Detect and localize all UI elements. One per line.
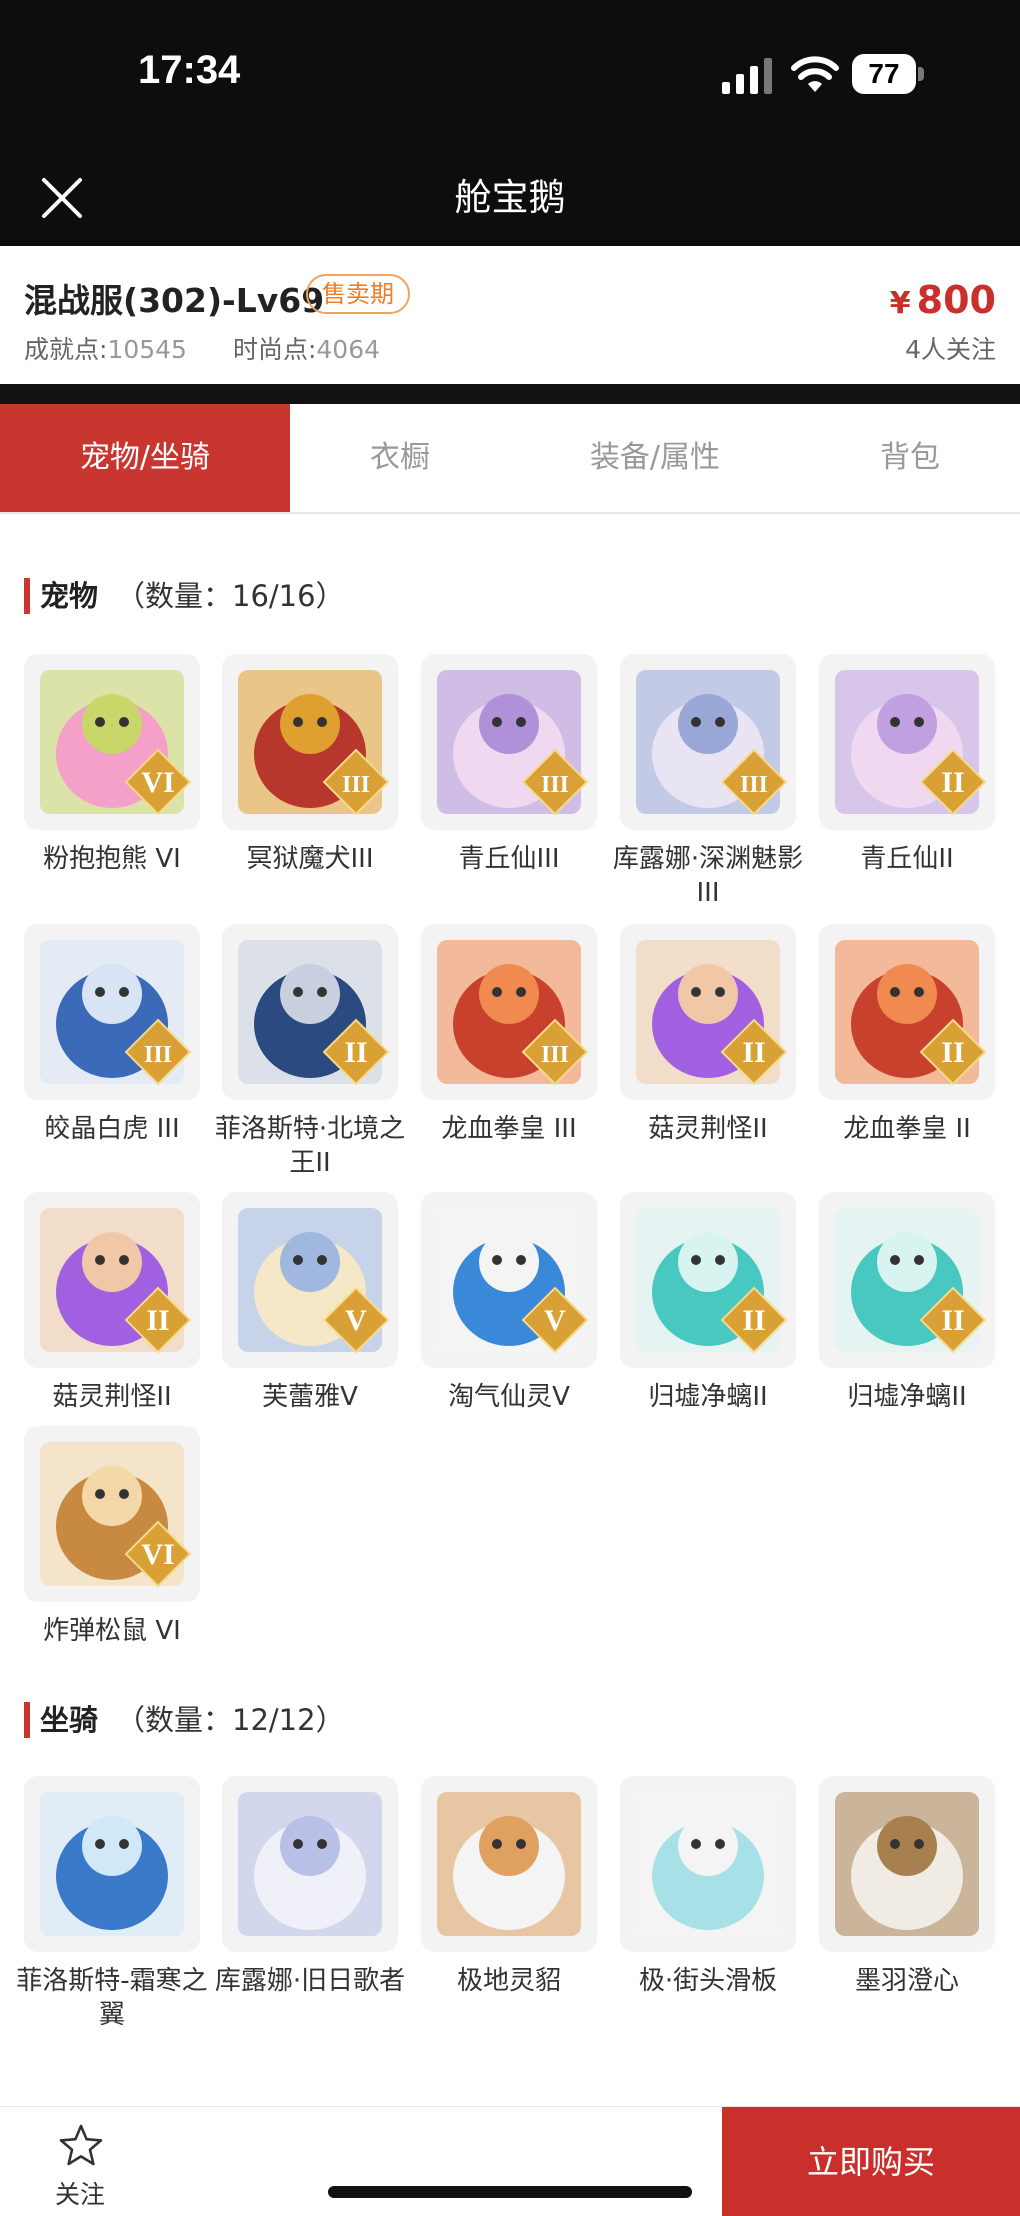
pet-image: II [620, 924, 796, 1100]
mount-image [620, 1776, 796, 1952]
status-bar: 17:34 77 [0, 0, 1020, 150]
pet-image: II [24, 1192, 200, 1368]
price: ¥800 [890, 278, 996, 322]
pet-image: V [222, 1192, 398, 1368]
mount-image [421, 1776, 597, 1952]
pet-name: 青丘仙III [458, 844, 560, 874]
svg-text:III: III [740, 772, 768, 798]
pet-name: 菇灵荆怪II [648, 1114, 768, 1144]
svg-text:II: II [941, 1304, 964, 1337]
buy-now-button[interactable]: 立即购买 [722, 2107, 1020, 2216]
mount-image [222, 1776, 398, 1952]
pet-name: 冥狱魔犬III [246, 844, 374, 874]
pet-image: III [24, 924, 200, 1100]
pet-name: 库露娜·深渊魅影III [612, 844, 804, 908]
pet-name: 粉抱抱熊 VI [43, 844, 181, 874]
pet-image: II [620, 1192, 796, 1368]
pet-image: II [222, 924, 398, 1100]
mount-name: 极·街头滑板 [638, 1966, 778, 1996]
battery-level: 77 [852, 54, 916, 94]
tab-backpack[interactable]: 背包 [800, 404, 1020, 512]
tab-wardrobe[interactable]: 衣橱 [290, 404, 510, 512]
pet-image: II [819, 654, 995, 830]
svg-text:V: V [544, 1304, 566, 1337]
mount-image [24, 1776, 200, 1952]
svg-text:III: III [541, 1042, 569, 1068]
pet-image: VI [24, 654, 200, 830]
pet-image: III [421, 654, 597, 830]
bottom-action-bar: 关注 立即购买 [0, 2106, 1020, 2216]
star-icon [59, 2124, 103, 2166]
mount-name: 墨羽澄心 [854, 1966, 959, 1996]
svg-text:III: III [541, 772, 569, 798]
pet-name: 皎晶白虎 III [44, 1114, 180, 1144]
achievement-label: 成就点: [24, 335, 108, 364]
svg-text:II: II [941, 766, 964, 799]
tab-bar: 宠物/坐骑 衣橱 装备/属性 背包 [0, 404, 1020, 514]
price-value: 800 [916, 278, 996, 322]
svg-text:II: II [941, 1036, 964, 1069]
tab-pets-mounts[interactable]: 宠物/坐骑 [0, 404, 290, 512]
svg-text:VI: VI [141, 766, 174, 799]
mount-name: 菲洛斯特-霜寒之翼 [16, 1966, 208, 2030]
follower-count: 4人关注 [905, 335, 996, 364]
mount-name: 库露娜·旧日歌者 [214, 1966, 406, 1996]
pets-section-count: （数量：16/16） [116, 579, 345, 613]
currency-symbol: ¥ [889, 286, 911, 321]
mount-image [819, 1776, 995, 1952]
battery-icon: 77 [852, 54, 924, 94]
listing-stats: 成就点:10545 时尚点:4064 [24, 330, 380, 366]
fashion-label: 时尚点: [232, 335, 317, 364]
mounts-section-count: （数量：12/12） [116, 1703, 345, 1737]
listing-title: 混战服(302)-Lv69 [24, 281, 325, 320]
page-title: 舱宝鹅 [454, 176, 566, 219]
pet-name: 芙蕾雅V [262, 1382, 358, 1412]
pet-image: III [421, 924, 597, 1100]
section-divider [0, 384, 1020, 404]
nav-bar: 舱宝鹅 [0, 150, 1020, 246]
pet-image: II [819, 924, 995, 1100]
wifi-icon [791, 56, 839, 92]
home-indicator [328, 2186, 692, 2198]
pet-image: III [222, 654, 398, 830]
pet-name: 龙血拳皇 III [441, 1114, 577, 1144]
pet-image: III [620, 654, 796, 830]
mounts-section-header: 坐骑 （数量：12/12） [24, 1700, 624, 1740]
sale-status-badge: 售卖期 [306, 274, 410, 314]
tab-equipment[interactable]: 装备/属性 [510, 404, 800, 512]
pets-section-header: 宠物 （数量：16/16） [24, 576, 624, 616]
mounts-section-title: 坐骑 [40, 1703, 99, 1737]
svg-text:II: II [742, 1304, 765, 1337]
follow-label: 关注 [54, 2180, 105, 2209]
svg-text:II: II [742, 1036, 765, 1069]
close-icon[interactable] [34, 170, 90, 226]
pet-name: 菇灵荆怪II [52, 1382, 172, 1412]
pet-image: V [421, 1192, 597, 1368]
pet-name: 龙血拳皇 II [843, 1114, 971, 1144]
pet-image: VI [24, 1426, 200, 1602]
svg-text:VI: VI [141, 1538, 174, 1571]
svg-text:III: III [144, 1042, 172, 1068]
listing-header: 混战服(302)-Lv69 售卖期 成就点:10545 时尚点:4064 ¥800… [0, 246, 1020, 384]
pet-name: 菲洛斯特·北境之王II [214, 1114, 406, 1178]
svg-text:III: III [342, 772, 370, 798]
svg-text:II: II [344, 1036, 367, 1069]
status-time: 17:34 [138, 48, 241, 92]
svg-text:II: II [146, 1304, 169, 1337]
mount-name: 极地灵貂 [456, 1966, 561, 1996]
cellular-signal-icon [722, 58, 772, 94]
pet-name: 归墟净螭II [648, 1382, 768, 1412]
pet-name: 淘气仙灵V [448, 1382, 570, 1412]
pet-name: 炸弹松鼠 VI [43, 1616, 181, 1646]
follow-button[interactable]: 关注 [30, 2117, 130, 2209]
pet-name: 青丘仙II [860, 844, 954, 874]
svg-text:V: V [345, 1304, 367, 1337]
fashion-value: 4064 [316, 335, 381, 364]
pet-name: 归墟净螭II [847, 1382, 967, 1412]
pets-section-title: 宠物 [40, 579, 99, 613]
achievement-value: 10545 [107, 335, 187, 364]
pet-image: II [819, 1192, 995, 1368]
